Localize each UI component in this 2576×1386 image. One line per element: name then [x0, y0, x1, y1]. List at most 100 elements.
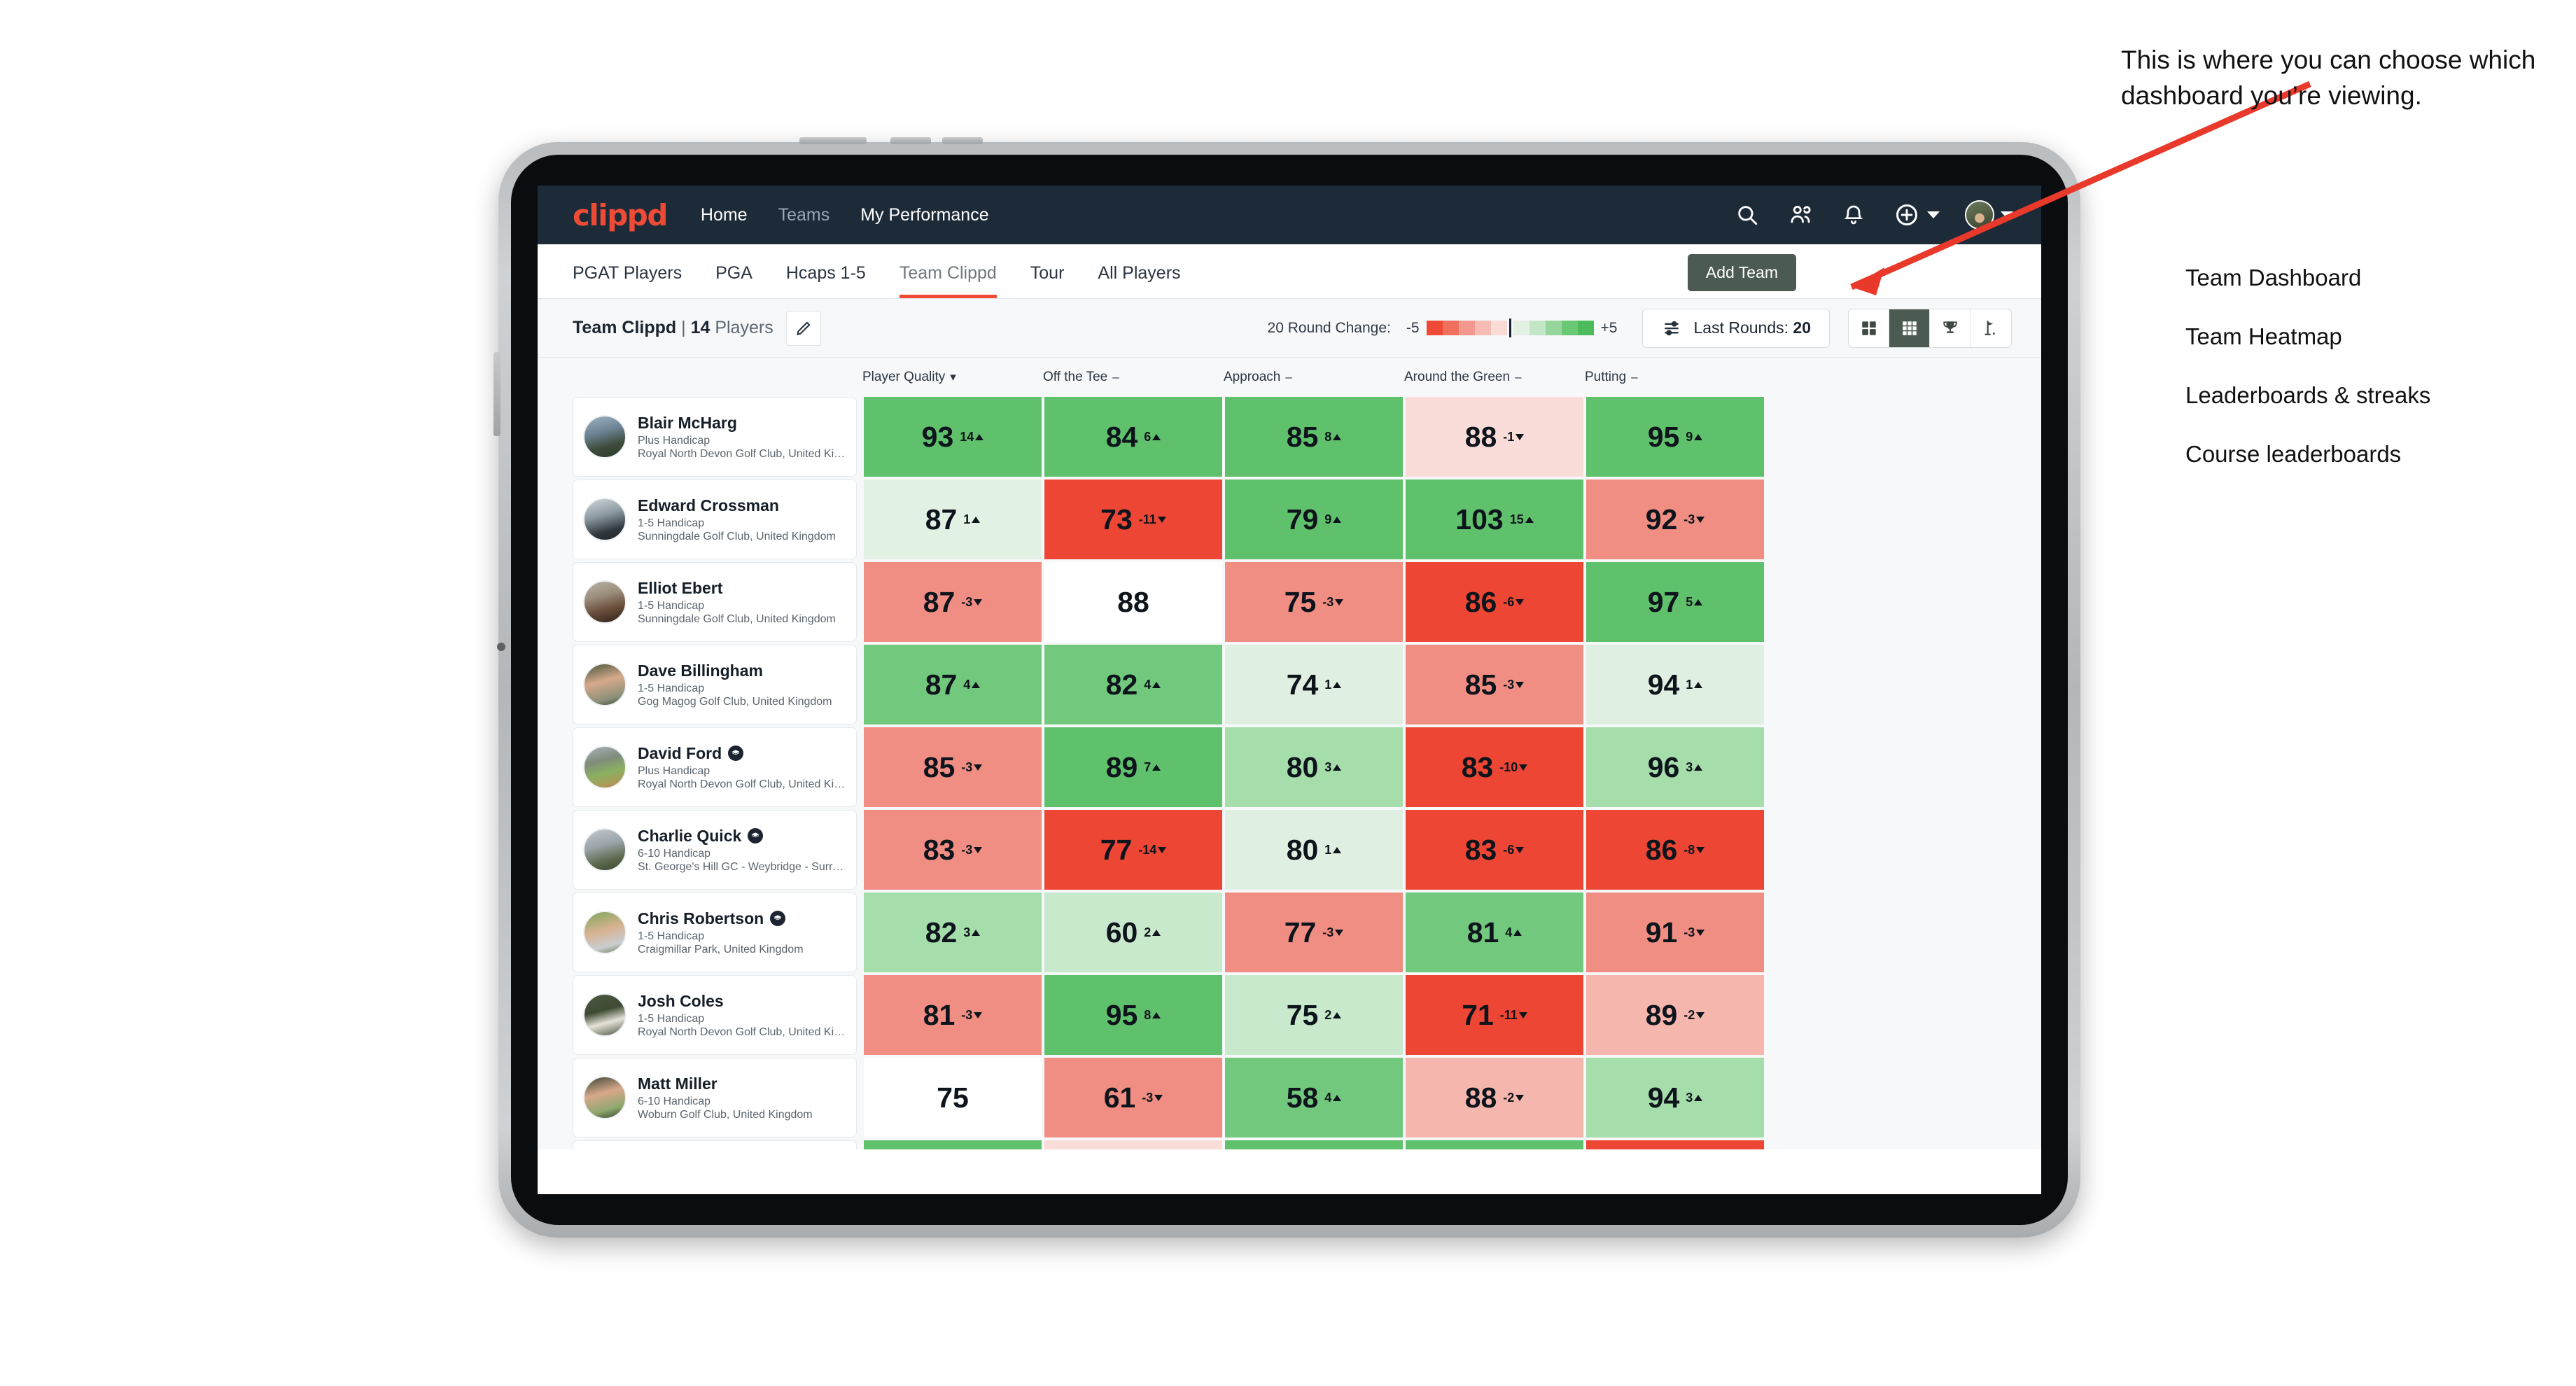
table-row[interactable]: Charlie Quick 6-10 Handicap St. George's H…: [573, 810, 2041, 890]
heatmap-cell[interactable]: 60 2: [1044, 892, 1222, 972]
dash-icon[interactable]: –: [1631, 370, 1637, 384]
heatmap-cell[interactable]: 81 4: [1406, 892, 1583, 972]
view-toggle-team-dashboard[interactable]: [1849, 309, 1889, 347]
heatmap-cell[interactable]: 71 -11: [1406, 975, 1583, 1055]
heatmap-cell[interactable]: 87 1: [864, 479, 1042, 559]
nav-link-my-performance[interactable]: My Performance: [860, 205, 988, 225]
table-row[interactable]: Edward Crossman 1-5 Handicap Sunningdale G…: [573, 479, 2041, 559]
chevron-down-icon[interactable]: ▾: [950, 370, 956, 384]
power-button[interactable]: [799, 137, 867, 144]
heatmap-cell[interactable]: 95 8: [1044, 975, 1222, 1055]
heatmap-cell[interactable]: 8421: [1406, 1140, 1583, 1149]
heatmap-cell[interactable]: 88 -1: [1406, 397, 1583, 477]
table-row[interactable]: David Ford Plus Handicap Royal North Devon…: [573, 727, 2041, 807]
view-toggle-leaderboards-streaks[interactable]: [1930, 309, 1970, 347]
heatmap-cell[interactable]: 58 4: [1225, 1058, 1403, 1138]
heatmap-cell[interactable]: 81 -3: [864, 975, 1042, 1055]
heatmap-cell[interactable]: 84 6: [1044, 397, 1222, 477]
heatmap-cell[interactable]: 74 1: [1225, 645, 1403, 724]
heatmap-cell[interactable]: 85 -3: [1406, 645, 1583, 724]
table-row[interactable]: Josh Coles 1-5 Handicap Royal North Devon …: [573, 975, 2041, 1055]
player-card[interactable]: David Ford Plus Handicap Royal North Devon…: [573, 727, 857, 807]
table-row[interactable]: Blair McHarg Plus Handicap Royal North Dev…: [573, 397, 2041, 477]
heatmap-cell[interactable]: 73 -11: [1044, 479, 1222, 559]
chevron-down-icon[interactable]: [2001, 211, 2013, 218]
player-card[interactable]: Edward Crossman 1-5 Handicap Sunningdale G…: [573, 479, 857, 559]
heatmap-cell[interactable]: 88: [1044, 562, 1222, 642]
heatmap-cell[interactable]: 92 -3: [1586, 479, 1764, 559]
heatmap-cell[interactable]: 82 4: [1044, 645, 1222, 724]
heatmap-body[interactable]: Blair McHarg Plus Handicap Royal North Dev…: [538, 397, 2041, 1149]
heatmap-cell[interactable]: 88 -2: [1406, 1058, 1583, 1138]
heatmap-cell[interactable]: 86 -6: [1406, 562, 1583, 642]
heatmap-cell[interactable]: 75 2: [1225, 975, 1403, 1055]
player-card[interactable]: Chris Robertson 1-5 Handicap Craigmillar P…: [573, 892, 857, 972]
add-team-button[interactable]: Add Team: [1687, 254, 1796, 291]
column-header-off-the-tee[interactable]: Off the Tee –: [1040, 370, 1221, 385]
heatmap-cell[interactable]: 103 15: [1406, 479, 1583, 559]
column-header-player-quality[interactable]: Player Quality ▾: [860, 370, 1040, 385]
table-row[interactable]: Elliot Ebert 1-5 Handicap Sunningdale Golf…: [573, 562, 2041, 642]
table-row[interactable]: Aaron Nicholls11-15 HandicapDrift Golf C…: [573, 1140, 2041, 1149]
tab-hcaps-1-5[interactable]: Hcaps 1-5: [786, 263, 866, 298]
view-toggle-course-leaderboards[interactable]: [1970, 309, 2011, 347]
heatmap-cell[interactable]: 97 5: [1586, 562, 1764, 642]
volume-down-button[interactable]: [942, 137, 983, 144]
view-toggle-team-heatmap[interactable]: [1889, 309, 1930, 347]
tab-pga[interactable]: PGA: [715, 263, 752, 298]
player-card[interactable]: Dave Billingham 1-5 Handicap Gog Magog Gol…: [573, 645, 857, 724]
plus-circle-icon[interactable]: [1893, 201, 1921, 229]
heatmap-cell[interactable]: 85-4: [1586, 1140, 1764, 1149]
heatmap-cell[interactable]: 80 1: [1225, 810, 1403, 890]
heatmap-cell[interactable]: 77 -14: [1044, 810, 1222, 890]
heatmap-cell[interactable]: 93 14: [864, 397, 1042, 477]
heatmap-cell[interactable]: 94 3: [1586, 1058, 1764, 1138]
player-card[interactable]: Blair McHarg Plus Handicap Royal North Dev…: [573, 397, 857, 477]
chevron-down-icon[interactable]: [1927, 211, 1940, 218]
heatmap-cell[interactable]: 748: [864, 1140, 1042, 1149]
heatmap-cell[interactable]: 75: [864, 1058, 1042, 1138]
heatmap-cell[interactable]: 94 1: [1586, 645, 1764, 724]
heatmap-cell[interactable]: 61 -3: [1044, 1058, 1222, 1138]
nav-link-home[interactable]: Home: [701, 205, 748, 225]
table-row[interactable]: Chris Robertson 1-5 Handicap Craigmillar P…: [573, 892, 2041, 972]
heatmap-cell[interactable]: 91 -3: [1586, 892, 1764, 972]
avatar[interactable]: [1965, 200, 1994, 230]
dash-icon[interactable]: –: [1515, 370, 1521, 384]
heatmap-cell[interactable]: 83 -6: [1406, 810, 1583, 890]
heatmap-cell[interactable]: 86 -8: [1586, 810, 1764, 890]
player-card[interactable]: Josh Coles 1-5 Handicap Royal North Devon …: [573, 975, 857, 1055]
heatmap-cell[interactable]: 82 3: [864, 892, 1042, 972]
user-menu[interactable]: [1965, 200, 2013, 230]
create-menu[interactable]: [1893, 201, 1940, 229]
heatmap-cell[interactable]: 80 3: [1225, 727, 1403, 807]
search-icon[interactable]: [1733, 201, 1761, 229]
heatmap-cell[interactable]: 75 -3: [1225, 562, 1403, 642]
nav-link-teams[interactable]: Teams: [778, 205, 830, 225]
heatmap-cell[interactable]: 96 3: [1586, 727, 1764, 807]
column-header-approach[interactable]: Approach –: [1221, 370, 1401, 385]
heatmap-cell[interactable]: 95 9: [1586, 397, 1764, 477]
tab-pgat-players[interactable]: PGAT Players: [573, 263, 682, 298]
heatmap-cell[interactable]: 89 -2: [1586, 975, 1764, 1055]
bell-icon[interactable]: [1840, 201, 1868, 229]
player-card[interactable]: Charlie Quick 6-10 Handicap St. George's H…: [573, 810, 857, 890]
people-icon[interactable]: [1786, 201, 1814, 229]
heatmap-cell[interactable]: 89 7: [1044, 727, 1222, 807]
column-header-putting[interactable]: Putting –: [1582, 370, 1763, 385]
last-rounds-filter-button[interactable]: Last Rounds: 20: [1642, 308, 1830, 348]
heatmap-cell[interactable]: 79 9: [1225, 479, 1403, 559]
tab-team-clippd[interactable]: Team Clippd: [899, 263, 997, 298]
heatmap-cell[interactable]: 85 8: [1225, 397, 1403, 477]
clippd-logo[interactable]: clippd: [573, 198, 668, 232]
table-row[interactable]: Dave Billingham 1-5 Handicap Gog Magog Gol…: [573, 645, 2041, 724]
volume-up-button[interactable]: [890, 137, 931, 144]
table-row[interactable]: Matt Miller 6-10 Handicap Woburn Golf Club…: [573, 1058, 2041, 1138]
heatmap-cell[interactable]: 60-1: [1044, 1140, 1222, 1149]
player-card[interactable]: Aaron Nicholls11-15 HandicapDrift Golf C…: [573, 1140, 857, 1149]
edit-team-button[interactable]: [785, 310, 821, 346]
heatmap-cell[interactable]: 83 -3: [864, 810, 1042, 890]
heatmap-cell[interactable]: 5810: [1225, 1140, 1403, 1149]
tab-tour[interactable]: Tour: [1030, 263, 1065, 298]
player-card[interactable]: Elliot Ebert 1-5 Handicap Sunningdale Golf…: [573, 562, 857, 642]
